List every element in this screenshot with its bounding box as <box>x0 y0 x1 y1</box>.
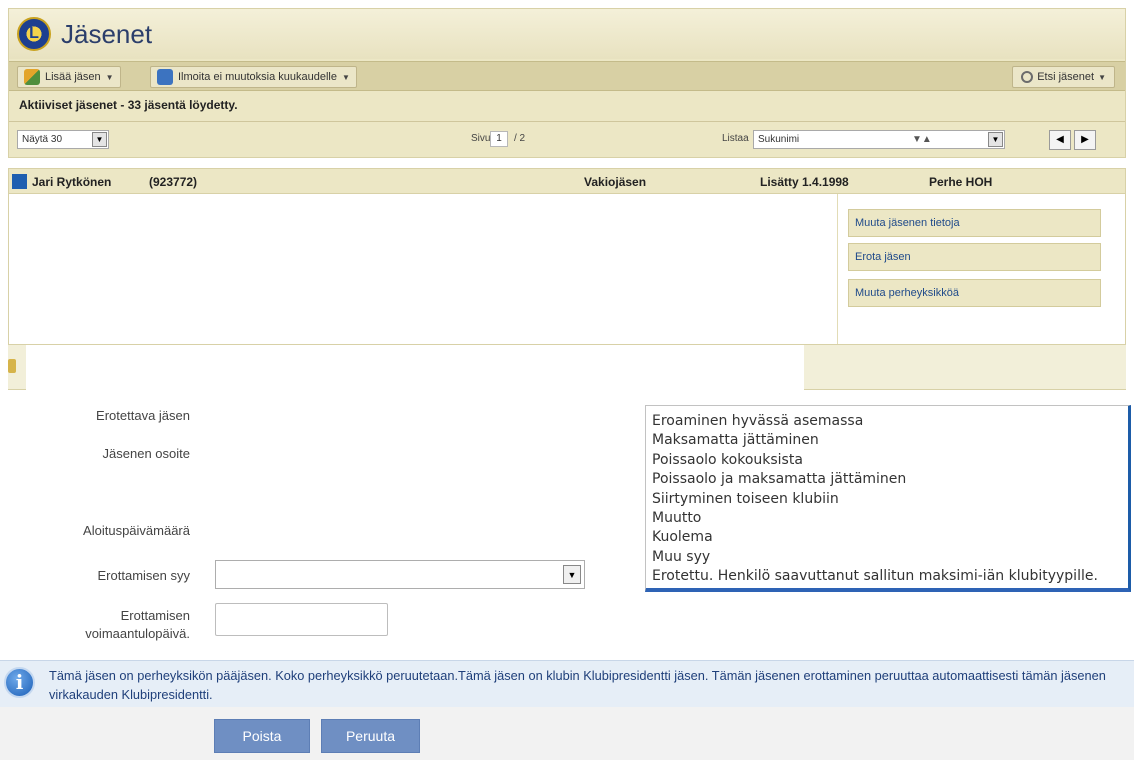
reason-option[interactable]: Muutto <box>652 509 1128 528</box>
chevron-down-icon[interactable]: ▼ <box>92 132 107 147</box>
page-title: Jäsenet <box>61 19 153 49</box>
pager-row: Näytä 30 ▼ Sivu 1 / 2 Listaa Sukunimi ▼ … <box>9 121 1125 153</box>
member-actions: Muuta jäsenen tietoja Erota jäsen Muuta … <box>837 194 1127 344</box>
page-number-input[interactable]: 1 <box>490 131 508 147</box>
sort-value: Sukunimi <box>758 134 800 145</box>
member-added-date: Lisätty 1.4.1998 <box>760 175 849 189</box>
reason-option[interactable]: Muu syy <box>652 548 1128 567</box>
effective-date-label-line2: voimaantulopäivä. <box>85 626 190 641</box>
add-member-label: Lisää jäsen <box>45 71 101 83</box>
members-panel: L Jäsenet Lisää jäsen ▼ Ilmoita ei muuto… <box>8 8 1126 158</box>
report-icon <box>157 69 173 85</box>
reason-option[interactable]: Eroaminen hyvässä asemassa <box>652 412 1128 431</box>
chevron-down-icon[interactable]: ▼ <box>563 565 581 584</box>
member-to-remove-label: Erotettava jäsen <box>96 408 190 423</box>
reason-option[interactable]: Erotettu. Henkilö saavuttanut sallitun m… <box>652 567 1128 586</box>
member-name: Jari Rytkönen <box>32 175 112 189</box>
reason-option[interactable]: Kuolema <box>652 528 1128 547</box>
dialog-top-strip <box>8 344 1126 391</box>
search-members-button[interactable]: Etsi jäsenet ▼ <box>1012 66 1115 88</box>
info-message: i Tämä jäsen on perheyksikön pääjäsen. K… <box>0 660 1134 707</box>
report-no-changes-button[interactable]: Ilmoita ei muutoksia kuukaudelle ▼ <box>150 66 357 88</box>
toolbar: Lisää jäsen ▼ Ilmoita ei muutoksia kuuka… <box>9 61 1125 91</box>
lions-logo-icon: L <box>17 17 51 51</box>
reason-option[interactable]: Poissaolo kokouksista <box>652 451 1128 470</box>
effective-date-label-line1: Erottamisen <box>120 608 190 623</box>
member-type: Vakiojäsen <box>584 175 647 189</box>
page-size-select[interactable]: Näytä 30 ▼ <box>17 130 109 149</box>
add-member-button[interactable]: Lisää jäsen ▼ <box>17 66 121 88</box>
reason-option[interactable]: Maksamatta jättäminen <box>652 431 1128 450</box>
remove-member-button[interactable]: Erota jäsen <box>848 243 1101 271</box>
reason-option[interactable]: Siirtyminen toiseen klubiin <box>652 490 1128 509</box>
effective-date-input[interactable] <box>215 603 388 636</box>
member-row-header[interactable]: Jari Rytkönen (923772) Vakiojäsen Lisätt… <box>8 168 1126 194</box>
chevron-down-icon: ▼ <box>1098 72 1106 82</box>
change-family-button[interactable]: Muuta perheyksikköä <box>848 279 1101 307</box>
search-members-label: Etsi jäsenet <box>1037 71 1095 83</box>
chevron-down-icon[interactable]: ▼ <box>988 132 1003 147</box>
removal-reason-label: Erottamisen syy <box>97 568 190 583</box>
start-date-label: Aloituspäivämäärä <box>83 523 190 538</box>
member-address-label: Jäsenen osoite <box>102 446 190 461</box>
add-user-icon <box>24 69 40 85</box>
dialog-icon <box>8 359 16 373</box>
info-icon: i <box>4 667 35 698</box>
chevron-down-icon: ▼ <box>105 72 114 82</box>
prev-page-button[interactable]: ◀ <box>1049 130 1071 150</box>
delete-button[interactable]: Poista <box>214 719 310 753</box>
member-marker-icon <box>12 174 27 189</box>
cancel-button[interactable]: Peruuta <box>321 719 420 753</box>
member-details: Muuta jäsenen tietoja Erota jäsen Muuta … <box>8 194 1126 344</box>
reason-option[interactable]: Poissaolo ja maksamatta jättäminen <box>652 470 1128 489</box>
page-total: / 2 <box>514 133 526 144</box>
sort-direction-icon[interactable]: ▼▲ <box>912 134 932 145</box>
removal-reason-select[interactable]: ▼ <box>215 560 585 589</box>
chevron-down-icon: ▼ <box>341 72 350 82</box>
dialog-header <box>26 345 804 391</box>
sort-label: Listaa <box>722 133 749 144</box>
edit-member-button[interactable]: Muuta jäsenen tietoja <box>848 209 1101 237</box>
info-text: Tämä jäsen on perheyksikön pääjäsen. Kok… <box>49 668 1106 702</box>
member-family: Perhe HOH <box>929 175 993 189</box>
results-count-label: Aktiiviset jäsenet - 33 jäsentä löydetty… <box>19 98 238 112</box>
page-label: Sivu <box>471 133 491 144</box>
dialog-buttons: Poista Peruuta <box>0 707 1134 760</box>
member-id: (923772) <box>149 175 198 189</box>
page-size-value: Näytä 30 <box>22 134 63 145</box>
removal-reason-options[interactable]: Eroaminen hyvässä asemassa Maksamatta jä… <box>645 405 1131 592</box>
next-page-button[interactable]: ▶ <box>1074 130 1096 150</box>
report-no-changes-label: Ilmoita ei muutoksia kuukaudelle <box>178 71 337 83</box>
title-bar: L Jäsenet <box>9 9 1125 59</box>
search-icon <box>1021 71 1034 83</box>
sort-select[interactable]: Sukunimi ▼ <box>753 130 1005 149</box>
